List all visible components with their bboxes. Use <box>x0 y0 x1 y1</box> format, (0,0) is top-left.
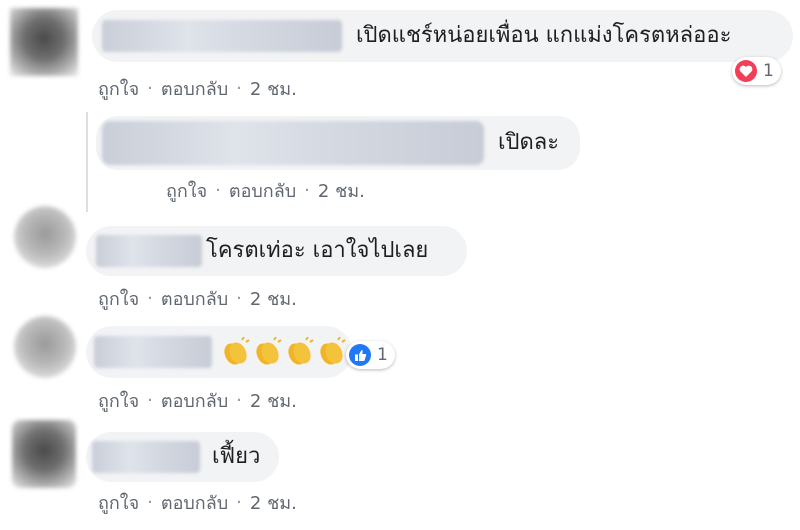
separator: · <box>304 180 310 201</box>
comment-actions: ถูกใจ · ตอบกลับ · 2 ชม. <box>98 488 297 517</box>
timestamp[interactable]: 2 ชม. <box>318 176 365 205</box>
separator: · <box>147 78 153 99</box>
comment-bubble: เฟี้ยว <box>86 432 279 482</box>
separator: · <box>236 78 242 99</box>
separator: · <box>236 288 242 309</box>
clapping-hands-icon <box>224 337 250 365</box>
thumbs-up-icon <box>349 344 371 366</box>
like-link[interactable]: ถูกใจ <box>98 386 139 415</box>
reaction-count: 1 <box>763 61 774 81</box>
timestamp[interactable]: 2 ชม. <box>250 74 297 103</box>
like-link[interactable]: ถูกใจ <box>98 488 139 517</box>
comment-text: โครตเท่อะ เอาใจไปเลย <box>206 238 429 263</box>
reply-link[interactable]: ตอบกลับ <box>161 386 228 415</box>
separator: · <box>147 492 153 513</box>
timestamp[interactable]: 2 ชม. <box>250 386 297 415</box>
reply-link[interactable]: ตอบกลับ <box>229 176 296 205</box>
clapping-hands-icon <box>320 337 346 365</box>
heart-icon <box>735 60 757 82</box>
separator: · <box>215 180 221 201</box>
like-link[interactable]: ถูกใจ <box>98 74 139 103</box>
commenter-name[interactable] <box>94 336 212 368</box>
commenter-avatar[interactable] <box>12 420 76 488</box>
reaction-summary[interactable]: 1 <box>346 341 395 369</box>
separator: · <box>236 492 242 513</box>
comment-emoji <box>222 337 350 367</box>
separator: · <box>147 390 153 411</box>
reply-text: เปิดละ <box>498 130 560 155</box>
comment-actions: ถูกใจ · ตอบกลับ · 2 ชม. <box>98 386 297 415</box>
comment-text: เฟี้ยว <box>212 444 261 469</box>
reply-link[interactable]: ตอบกลับ <box>161 74 228 103</box>
comment-actions: ถูกใจ · ตอบกลับ · 2 ชม. <box>98 284 297 313</box>
commenter-avatar[interactable] <box>14 316 76 378</box>
timestamp[interactable]: 2 ชม. <box>250 488 297 517</box>
separator: · <box>236 390 242 411</box>
separator: · <box>147 288 153 309</box>
reply-actions: ถูกใจ · ตอบกลับ · 2 ชม. <box>166 176 365 205</box>
reaction-count: 1 <box>377 345 388 365</box>
reaction-summary[interactable]: 1 <box>732 57 781 85</box>
clapping-hands-icon <box>288 337 314 365</box>
commenter-avatar[interactable] <box>10 8 78 76</box>
commenter-name[interactable] <box>102 20 342 52</box>
commenter-avatar[interactable] <box>14 206 76 268</box>
commenter-name[interactable] <box>96 235 202 267</box>
clapping-hands-icon <box>256 337 282 365</box>
reply-thread-line <box>86 112 88 212</box>
commenter-name[interactable] <box>92 441 200 473</box>
comment-actions: ถูกใจ · ตอบกลับ · 2 ชม. <box>98 74 297 103</box>
replier-avatar-and-name[interactable] <box>102 121 484 165</box>
reply-link[interactable]: ตอบกลับ <box>161 488 228 517</box>
comment-bubble: โครตเท่อะ เอาใจไปเลย <box>86 226 467 276</box>
like-link[interactable]: ถูกใจ <box>98 284 139 313</box>
timestamp[interactable]: 2 ชม. <box>250 284 297 313</box>
reply-link[interactable]: ตอบกลับ <box>161 284 228 313</box>
reply-bubble: เปิดละ <box>96 116 580 170</box>
comment-bubble <box>86 326 352 378</box>
comment-text: เปิดแชร์หน่อยเพื่อน แกแม่งโครตหล่ออะ <box>356 23 732 48</box>
like-link[interactable]: ถูกใจ <box>166 176 207 205</box>
comment-bubble: เปิดแชร์หน่อยเพื่อน แกแม่งโครตหล่ออะ <box>92 10 793 62</box>
